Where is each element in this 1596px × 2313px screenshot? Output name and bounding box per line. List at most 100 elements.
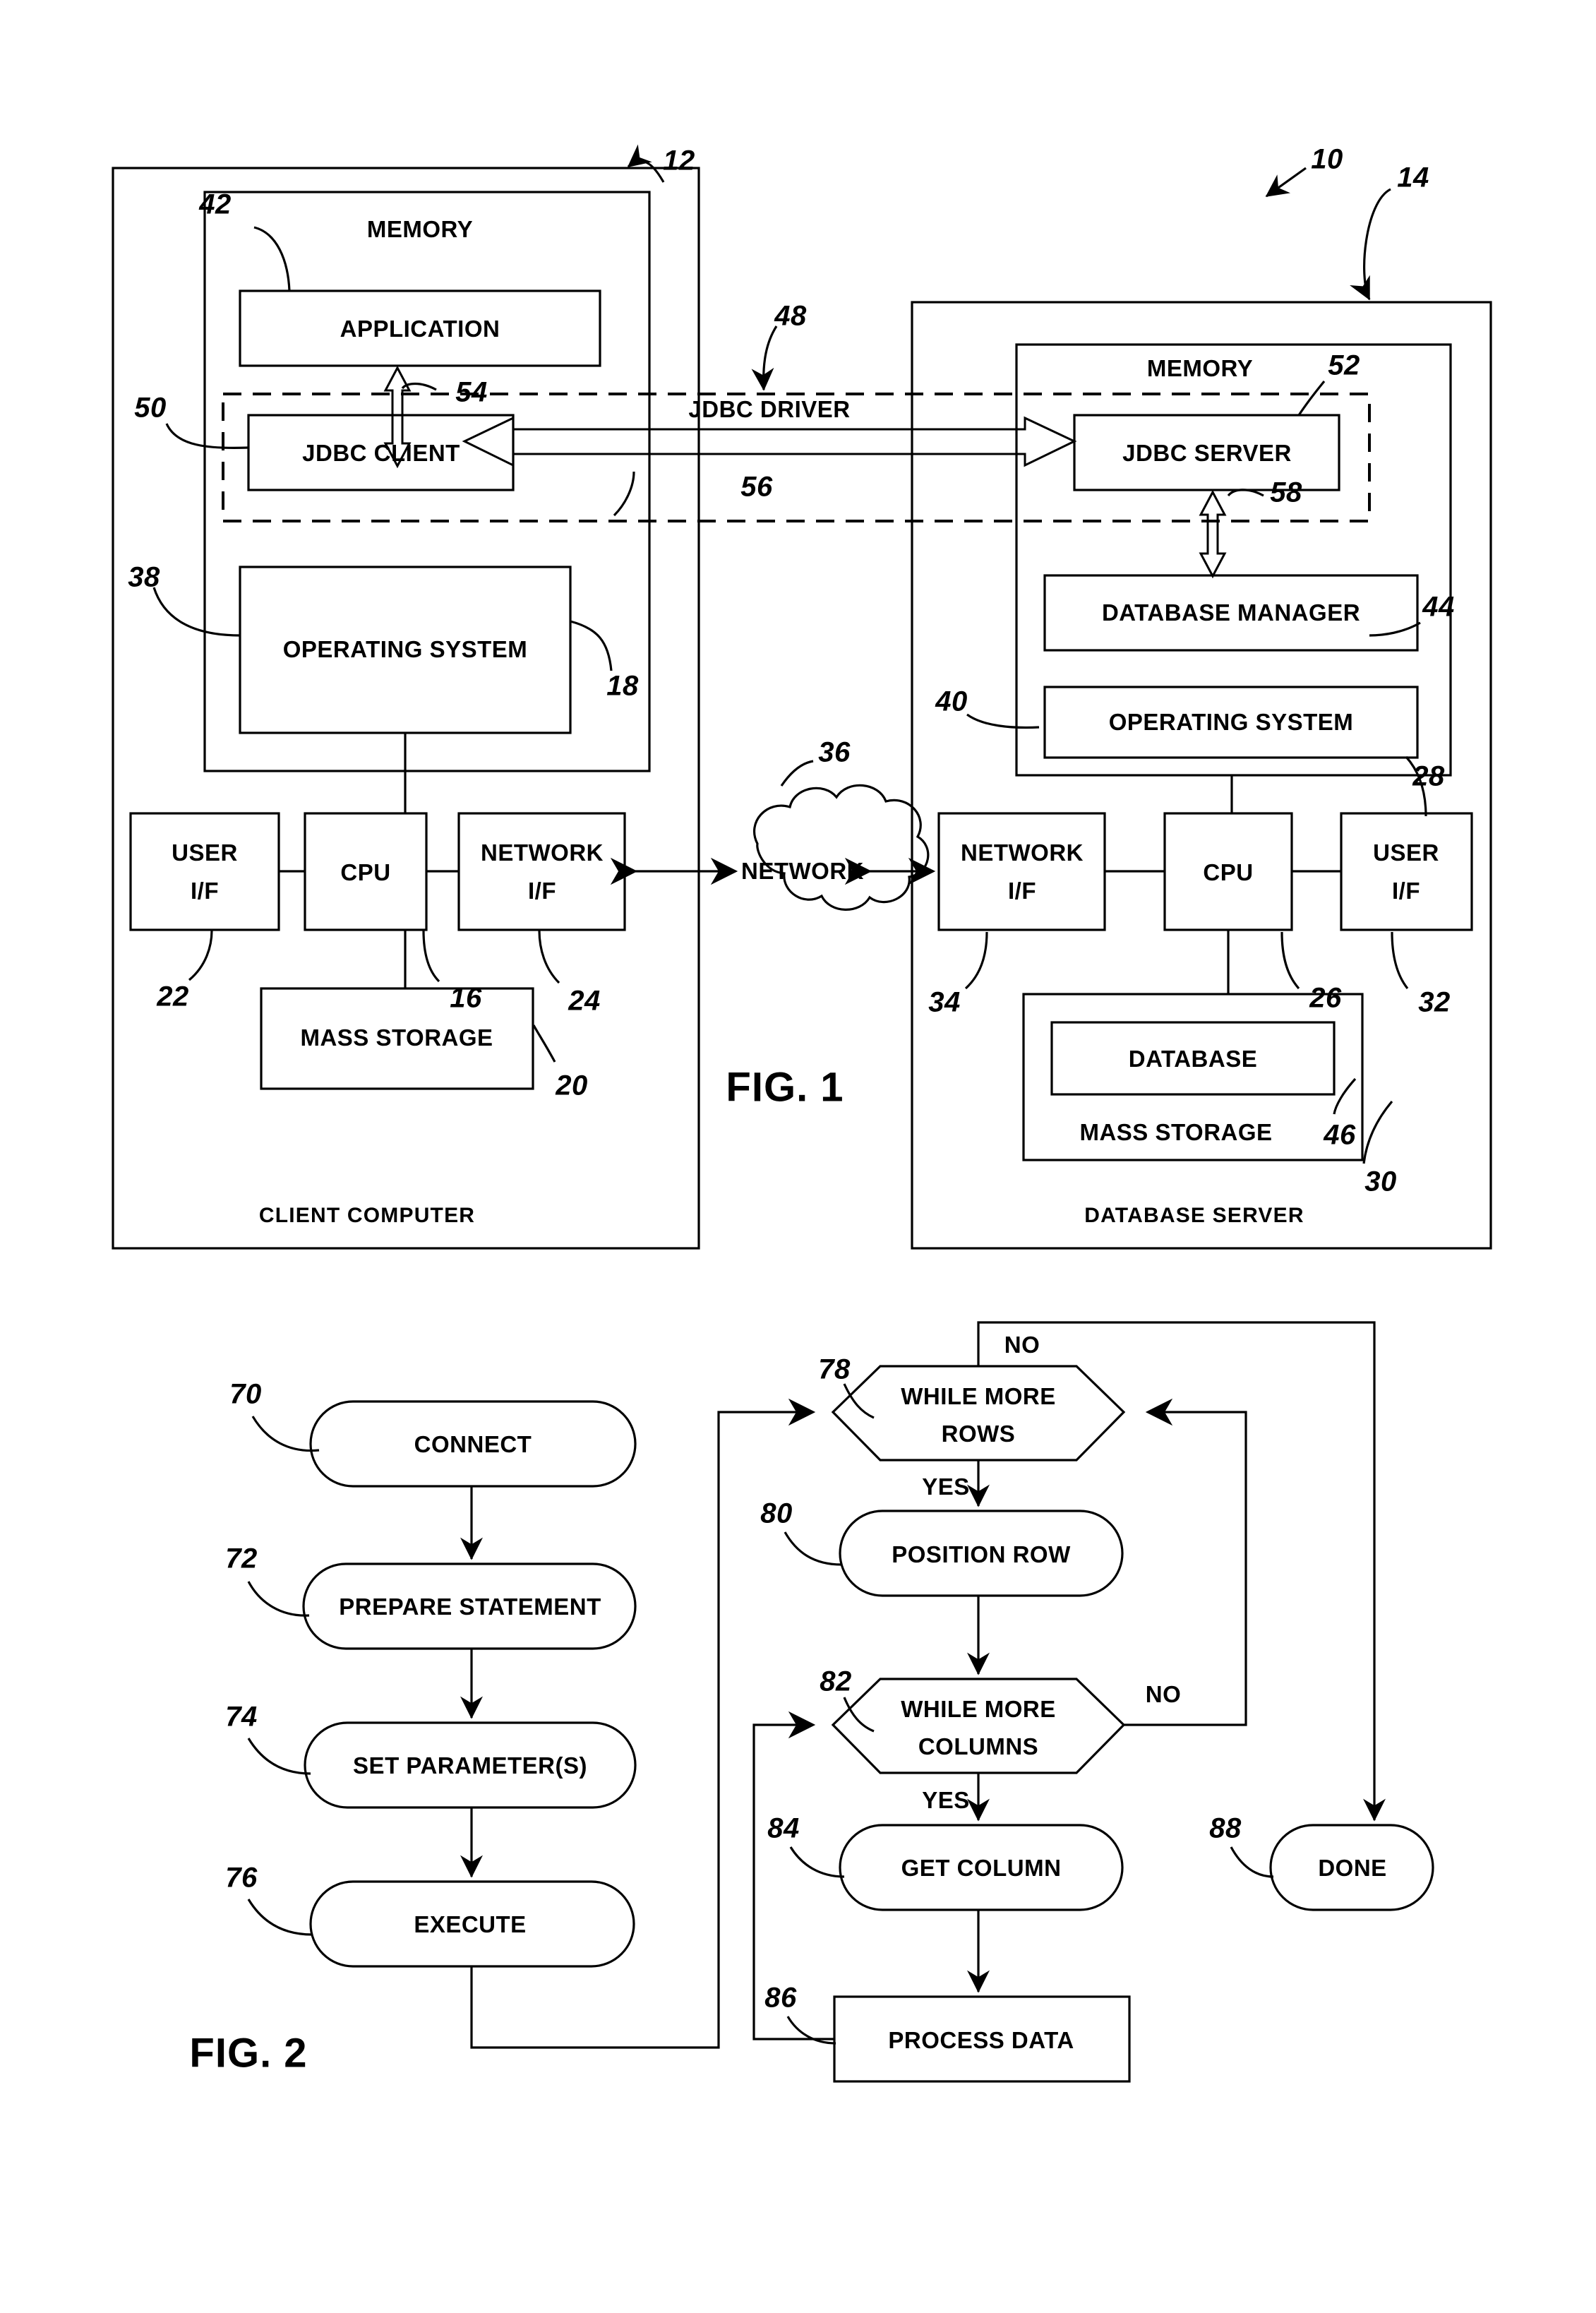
client-memory-label: MEMORY	[366, 216, 474, 242]
ref-40: 40	[935, 686, 968, 717]
leader-56	[613, 471, 635, 517]
node-connect-label: CONNECT	[414, 1431, 532, 1457]
server-cpu-label: CPU	[1203, 859, 1254, 885]
leader-22	[188, 930, 213, 981]
edge-label-morerows-yes: YES	[922, 1474, 970, 1500]
leader-76	[247, 1899, 313, 1936]
leader-78	[843, 1383, 875, 1419]
ref-52: 52	[1328, 349, 1360, 381]
server-user-if-label-line2: I/F	[1392, 878, 1420, 904]
server-network-if-label-line1: NETWORK	[961, 839, 1084, 866]
leader-16	[422, 930, 440, 983]
server-user-if-box	[1340, 812, 1473, 931]
server-network-if-label-line2: I/F	[1008, 878, 1036, 904]
figure-vector-layer	[112, 144, 1492, 2083]
ref-14: 14	[1397, 162, 1429, 193]
network-cloud	[752, 784, 930, 911]
ref-16: 16	[450, 982, 482, 1014]
server-memory-label: MEMORY	[1146, 355, 1254, 381]
edge-label-morecolumns-no: NO	[1145, 1681, 1182, 1707]
client-network-if-label-line2: I/F	[528, 878, 556, 904]
node-morecolumns-label-line2: COLUMNS	[918, 1733, 1039, 1759]
leader-26	[1280, 931, 1300, 990]
node-getcolumn-label: GET COLUMN	[901, 1855, 1062, 1881]
leader-80	[784, 1531, 842, 1566]
ref-10: 10	[1311, 143, 1343, 175]
ref-36: 36	[818, 736, 851, 768]
ref-44: 44	[1422, 591, 1455, 623]
node-morecolumns-label-line1: WHILE MORE	[901, 1696, 1056, 1722]
client-mass-storage-label: MASS STORAGE	[300, 1024, 493, 1051]
node-execute-label: EXECUTE	[414, 1911, 527, 1937]
ref-54: 54	[455, 376, 488, 408]
leader-42	[253, 226, 291, 292]
ref-20: 20	[556, 1070, 588, 1101]
figure-1-caption: FIG. 1	[726, 1064, 844, 1111]
ref-42: 42	[199, 189, 232, 220]
client-computer-label: CLIENT COMPUTER	[258, 1204, 476, 1227]
ref-84: 84	[767, 1812, 800, 1844]
leader-40	[966, 713, 1040, 729]
leader-82	[843, 1697, 875, 1733]
ref-80: 80	[760, 1498, 793, 1529]
leader-32	[1391, 931, 1409, 989]
ref-26: 26	[1309, 982, 1342, 1014]
node-done-label: DONE	[1318, 1855, 1387, 1881]
client-memory-box	[203, 191, 651, 772]
ref-56: 56	[740, 471, 773, 503]
ref-46: 46	[1324, 1119, 1356, 1151]
leader-46	[1333, 1077, 1357, 1115]
client-user-if-box	[129, 812, 280, 931]
node-positionrow-label: POSITION ROW	[892, 1541, 1071, 1567]
ref-38: 38	[128, 561, 160, 593]
ref-50: 50	[134, 392, 167, 424]
server-user-if-label-line1: USER	[1373, 839, 1439, 866]
conn-56-hollow-arrow	[462, 416, 1077, 467]
leader-12	[627, 144, 665, 183]
ref-34: 34	[928, 986, 961, 1018]
leader-52	[1297, 380, 1326, 416]
ref-88: 88	[1209, 1812, 1242, 1844]
patent-figure-sheet: MEMORY 42 APPLICATION 50 JDBC CLIENT 38 …	[0, 0, 1596, 2313]
leader-34	[964, 931, 988, 990]
edge-label-morerows-no: NO	[1004, 1332, 1040, 1358]
leader-10	[1265, 167, 1307, 198]
ref-76: 76	[225, 1862, 258, 1894]
figure-2-caption: FIG. 2	[189, 2030, 308, 2076]
leader-14	[1350, 188, 1391, 301]
ref-24: 24	[568, 985, 601, 1017]
leader-84	[789, 1846, 845, 1878]
node-morerows-label-line2: ROWS	[941, 1421, 1016, 1447]
server-mass-storage-label: MASS STORAGE	[1079, 1119, 1273, 1145]
database-label: DATABASE	[1128, 1046, 1258, 1072]
leader-70	[251, 1416, 320, 1452]
leader-48	[751, 325, 778, 391]
ref-74: 74	[225, 1701, 258, 1733]
server-os-label: OPERATING SYSTEM	[1108, 709, 1354, 735]
client-network-if-box	[457, 812, 626, 931]
client-os-label: OPERATING SYSTEM	[282, 636, 528, 662]
database-server-label: DATABASE SERVER	[1084, 1204, 1304, 1227]
jdbc-driver-label: JDBC DRIVER	[688, 396, 851, 422]
edge-morecolumns-no-morerows	[1124, 1398, 1247, 1726]
ref-12: 12	[663, 145, 695, 177]
ref-18: 18	[606, 670, 639, 702]
ref-78: 78	[818, 1353, 851, 1385]
conn-58-arrow	[1199, 489, 1227, 579]
leader-38	[152, 587, 241, 637]
node-prepare-label: PREPARE STATEMENT	[339, 1594, 601, 1620]
leader-88	[1230, 1846, 1274, 1878]
client-network-if-label-line1: NETWORK	[481, 839, 604, 866]
node-morerows-label-line1: WHILE MORE	[901, 1383, 1056, 1409]
ref-58: 58	[1270, 477, 1302, 508]
leader-20	[532, 1024, 556, 1063]
ref-70: 70	[229, 1378, 262, 1410]
leader-72	[247, 1581, 310, 1617]
ref-30: 30	[1364, 1166, 1397, 1197]
edge-label-morecolumns-yes: YES	[922, 1787, 970, 1813]
ref-48: 48	[774, 300, 807, 332]
ref-22: 22	[157, 981, 189, 1012]
client-cpu-label: CPU	[340, 859, 391, 885]
leader-44	[1369, 621, 1421, 637]
jdbc-client-label: JDBC CLIENT	[302, 440, 460, 466]
